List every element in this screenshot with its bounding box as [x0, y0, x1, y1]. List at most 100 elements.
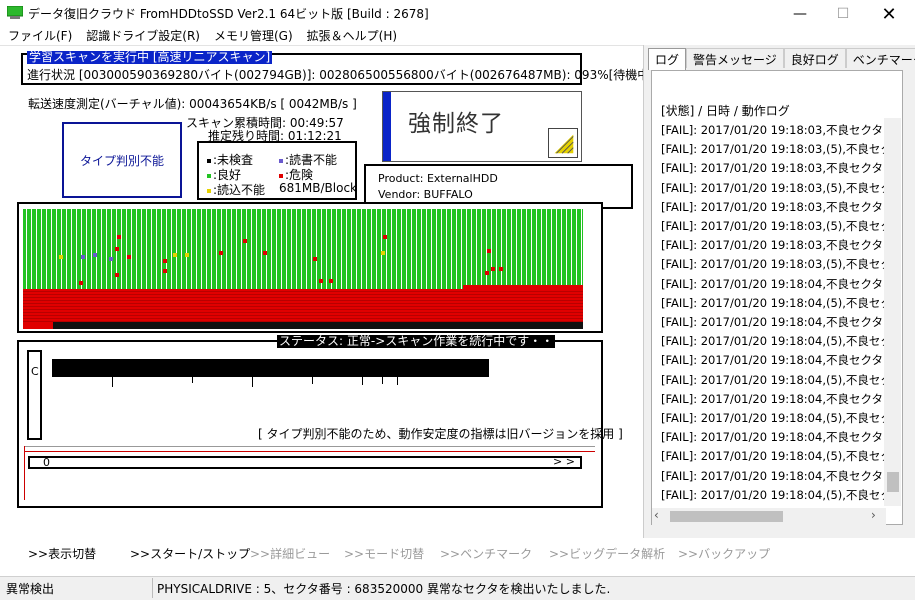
map-sector-dot	[485, 271, 489, 275]
map-column-gap	[461, 209, 462, 289]
log-entry[interactable]: [FAIL]: 2017/01/20 19:18:04,(5),不良セクタを	[661, 486, 885, 505]
log-entry[interactable]: [FAIL]: 2017/01/20 19:18:03,(5),不良セクタを	[661, 217, 885, 236]
map-column-gap	[331, 209, 332, 289]
map-column-gap	[226, 209, 227, 289]
log-entry[interactable]: [FAIL]: 2017/01/20 19:18:04,不良セクタを検	[661, 351, 885, 370]
legend-read-fail: :読込不能	[207, 181, 265, 198]
bigdata-button[interactable]: >>ビッグデータ解析	[549, 545, 665, 562]
speed-graph-spike	[312, 377, 313, 384]
map-column-gap	[231, 209, 232, 289]
legend-swatch	[207, 188, 211, 193]
log-entry[interactable]: [FAIL]: 2017/01/20 19:18:03,(5),不良セクタを	[661, 140, 885, 159]
detail-view-button[interactable]: >>詳細ビュー	[250, 545, 330, 562]
benchmark-button[interactable]: >>ベンチマーク	[440, 545, 532, 562]
map-sector-dot	[243, 239, 247, 243]
map-column-gap	[286, 209, 287, 289]
map-column-gap	[396, 209, 397, 289]
speed-graph-spike	[192, 377, 193, 383]
force-stop-label: 強制終了	[408, 111, 504, 137]
log-entry[interactable]: [FAIL]: 2017/01/20 19:18:04,(5),不良セクタを	[661, 371, 885, 390]
map-column-gap	[451, 209, 452, 289]
log-entry[interactable]: [FAIL]: 2017/01/20 19:18:04,(5),不良セクタを	[661, 447, 885, 466]
backup-button[interactable]: >>バックアップ	[678, 545, 770, 562]
map-column-gap	[136, 209, 137, 289]
map-column-gap	[561, 209, 562, 289]
display-toggle-button[interactable]: >>表示切替	[28, 545, 96, 562]
map-column-gap	[556, 209, 557, 289]
log-entry[interactable]: [FAIL]: 2017/01/20 19:18:03,不良セクタを検	[661, 236, 885, 255]
map-column-gap	[521, 209, 522, 289]
transfer-speed: 転送速度測定(バーチャル値): 00043654KB/s [ 0042MB/s …	[28, 97, 357, 111]
drive-letter: C	[31, 365, 39, 378]
log-entry[interactable]: [FAIL]: 2017/01/20 19:18:04,不良セクタを検	[661, 428, 885, 447]
map-column-gap	[316, 209, 317, 289]
map-column-gap	[251, 209, 252, 289]
map-column-gap	[56, 209, 57, 289]
speed-graph-spike	[252, 377, 253, 387]
log-entry[interactable]: [FAIL]: 2017/01/20 19:18:04,不良セクタを検	[661, 390, 885, 409]
scroll-right-icon[interactable]: ›	[871, 508, 876, 522]
log-vertical-scroll-thumb[interactable]	[887, 472, 899, 492]
tab-benchmark[interactable]: ベンチマーク	[845, 48, 915, 68]
map-column-gap	[186, 209, 187, 289]
map-column-gap	[401, 209, 402, 289]
map-column-gap	[541, 209, 542, 289]
map-column-gap	[366, 209, 367, 289]
map-sector-dot	[127, 255, 131, 259]
map-column-gap	[271, 209, 272, 289]
tab-log[interactable]: ログ	[648, 48, 687, 70]
menu-help[interactable]: 拡張＆ヘルプ(H)	[300, 28, 404, 46]
log-entry[interactable]: [FAIL]: 2017/01/20 19:18:04,(5),不良セクタを	[661, 409, 885, 428]
log-vertical-scrollbar[interactable]	[884, 118, 901, 506]
map-column-gap	[321, 209, 322, 289]
menu-file[interactable]: ファイル(F)	[0, 28, 79, 46]
log-horizontal-scroll-thumb[interactable]	[670, 511, 783, 522]
legend-swatch	[207, 173, 211, 178]
log-entry[interactable]: [FAIL]: 2017/01/20 19:18:04,(5),不良セクタを	[661, 332, 885, 351]
menu-drive-settings[interactable]: 認識ドライブ設定(R)	[79, 28, 207, 46]
map-column-gap	[376, 209, 377, 289]
map-scanline	[23, 318, 583, 319]
legend-swatch	[279, 158, 283, 163]
close-button[interactable]: ✕	[866, 0, 912, 28]
log-entry[interactable]: [FAIL]: 2017/01/20 19:18:04,不良セクタを検	[661, 313, 885, 332]
scroll-left-icon[interactable]: ‹	[654, 508, 659, 522]
tab-warnings[interactable]: 警告メッセージ	[686, 48, 784, 68]
log-entry[interactable]: [FAIL]: 2017/01/20 19:18:03,(5),不良セクタを	[661, 255, 885, 274]
log-entry[interactable]: [FAIL]: 2017/01/20 19:18:04,不良セクタを検	[661, 275, 885, 294]
log-list[interactable]: [FAIL]: 2017/01/20 19:18:03,不良セクタを検 [FAIL…	[661, 121, 885, 505]
device-product: Product: ExternalHDD	[378, 172, 498, 185]
log-entry[interactable]: [FAIL]: 2017/01/20 19:18:03,不良セクタを検	[661, 159, 885, 178]
map-column-gap	[571, 209, 572, 289]
log-entry[interactable]: [FAIL]: 2017/01/20 19:18:04,(5),不良セクタを	[661, 294, 885, 313]
drive-letter-box	[27, 350, 42, 440]
map-sector-dot	[163, 269, 167, 273]
mode-toggle-button[interactable]: >>モード切替	[344, 545, 424, 562]
map-column-gap	[261, 209, 262, 289]
sector-progress-next-button[interactable]: > >	[553, 455, 575, 468]
map-sector-dot	[185, 253, 189, 257]
log-entry[interactable]: [FAIL]: 2017/01/20 19:18:03,(5),不良セクタを	[661, 179, 885, 198]
map-column-gap	[351, 209, 352, 289]
maximize-button[interactable]: ☐	[820, 0, 866, 28]
menu-memory[interactable]: メモリ管理(G)	[207, 28, 300, 46]
log-entry[interactable]: [FAIL]: 2017/01/20 19:18:03,不良セクタを検	[661, 121, 885, 140]
speed-graph-spike	[112, 377, 113, 387]
log-entry[interactable]: [FAIL]: 2017/01/20 19:18:04,不良セクタを検	[661, 467, 885, 486]
map-column-gap	[416, 209, 417, 289]
start-stop-button[interactable]: >>スタート/ストップ	[130, 545, 250, 562]
tab-good-log[interactable]: 良好ログ	[783, 48, 846, 68]
map-scanline	[23, 321, 583, 322]
map-column-gap	[291, 209, 292, 289]
log-entry[interactable]: [FAIL]: 2017/01/20 19:18:03,不良セクタを検	[661, 198, 885, 217]
map-column-gap	[206, 209, 207, 289]
map-column-gap	[456, 209, 457, 289]
map-scanline	[23, 306, 583, 307]
map-column-gap	[381, 209, 382, 289]
minimize-button[interactable]: —	[777, 0, 823, 28]
map-sector-dot	[313, 257, 317, 261]
map-column-gap	[441, 209, 442, 289]
log-header: [状態] / 日時 / 動作ログ	[661, 104, 790, 118]
speed-graph-band	[52, 359, 489, 377]
grip-icon	[548, 128, 578, 158]
